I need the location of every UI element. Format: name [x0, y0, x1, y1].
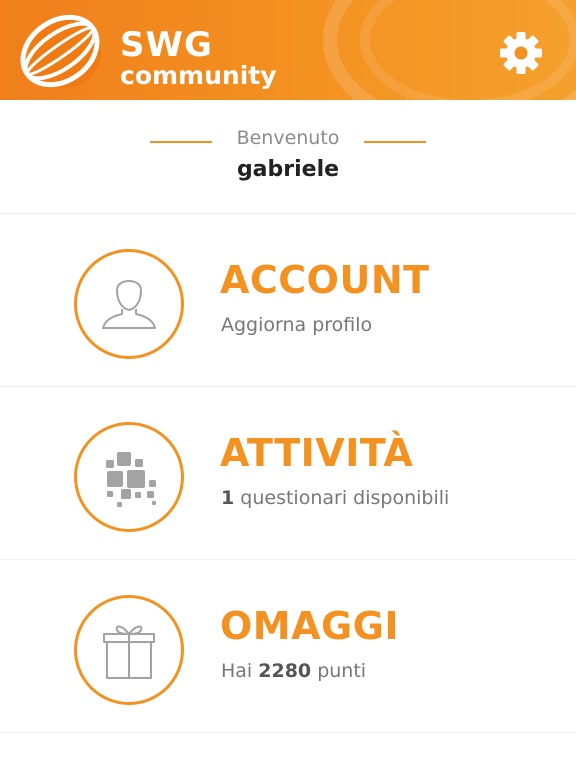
welcome-label: Benvenuto	[236, 127, 340, 149]
activity-subtitle: 1 questionari disponibili	[221, 487, 449, 509]
account-icon-circle	[74, 249, 184, 359]
brand-community: community	[120, 61, 277, 90]
points-value: 2280	[258, 660, 312, 682]
activity-icon-circle	[74, 422, 184, 532]
app-header: SWG community	[0, 0, 576, 100]
account-title: ACCOUNT	[220, 258, 430, 302]
activity-title: ATTIVITÀ	[220, 431, 414, 475]
gifts-title: OMAGGI	[220, 604, 400, 648]
username: gabriele	[236, 157, 340, 182]
gifts-prefix: Hai	[221, 660, 253, 682]
account-subtitle: Aggiorna profilo	[221, 314, 373, 336]
activity-subtitle-text: questionari disponibili	[240, 487, 450, 509]
brand-wordmark: SWG community	[120, 28, 277, 90]
gifts-suffix: punti	[317, 660, 367, 682]
brand-swg: SWG	[120, 25, 213, 65]
user-icon	[102, 280, 156, 329]
gifts-subtitle: Hai 2280 punti	[221, 660, 366, 682]
divider-line-right	[364, 141, 426, 143]
globe-logo-icon	[20, 14, 101, 88]
gift-icon	[103, 625, 155, 679]
menu-item-account[interactable]: ACCOUNT Aggiorna profilo	[0, 214, 576, 387]
gear-icon[interactable]	[498, 30, 544, 76]
menu-item-gifts[interactable]: OMAGGI Hai 2280 punti	[0, 560, 576, 733]
questionnaire-count: 1	[221, 487, 235, 509]
welcome-section: Benvenuto gabriele	[0, 100, 576, 214]
menu-item-activity[interactable]: ATTIVITÀ 1 questionari disponibili	[0, 387, 576, 560]
gifts-icon-circle	[74, 595, 184, 705]
mosaic-icon	[106, 452, 156, 507]
